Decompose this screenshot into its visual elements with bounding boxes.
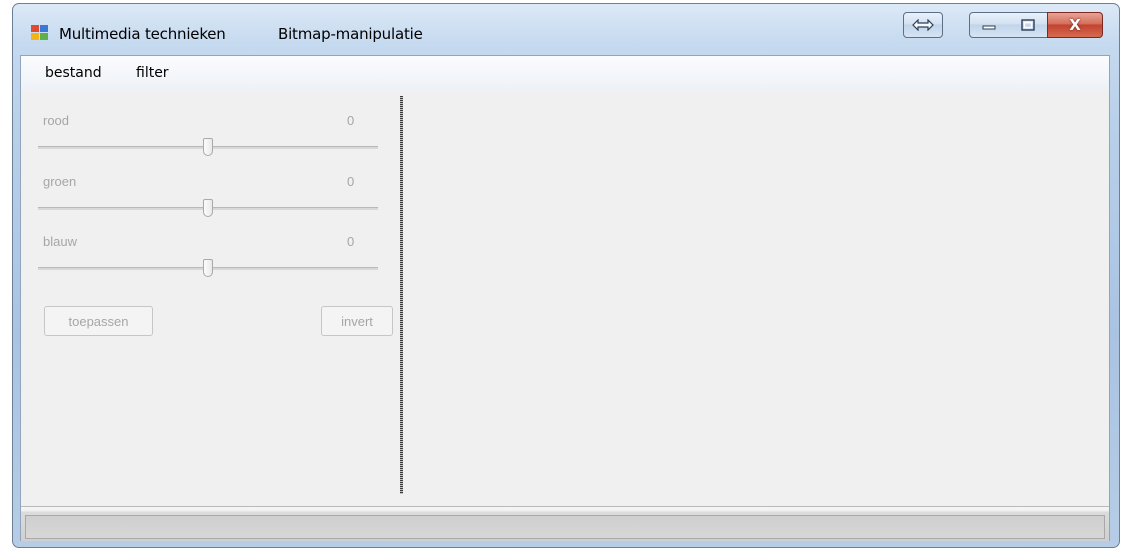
green-slider-thumb[interactable] xyxy=(203,199,213,217)
close-button[interactable]: X xyxy=(1047,12,1103,38)
blue-slider[interactable] xyxy=(38,259,378,277)
green-slider[interactable] xyxy=(38,199,378,217)
blue-value: 0 xyxy=(347,234,355,249)
app-window: Multimedia technieken Bitmap-manipulatie… xyxy=(12,3,1120,548)
minimize-button[interactable] xyxy=(969,12,1009,38)
red-slider-thumb[interactable] xyxy=(203,138,213,156)
green-label: groen xyxy=(43,174,77,189)
swap-arrows-icon xyxy=(912,19,934,31)
blue-slider-thumb[interactable] xyxy=(203,259,213,277)
image-canvas xyxy=(404,92,1109,502)
blue-label: blauw xyxy=(43,234,77,249)
red-value: 0 xyxy=(347,113,355,128)
progress-bar xyxy=(25,515,1105,539)
title-bar[interactable]: Multimedia technieken Bitmap-manipulatie… xyxy=(13,4,1119,54)
maximize-button[interactable] xyxy=(1008,12,1048,38)
green-value: 0 xyxy=(347,174,355,189)
adjustment-panel: rood 0 groen 0 blauw 0 toepassen invert xyxy=(21,92,401,494)
status-bar xyxy=(21,506,1109,541)
client-area: bestand filter rood 0 groen 0 blauw 0 to… xyxy=(20,55,1110,541)
apply-button[interactable]: toepassen xyxy=(44,306,153,336)
menu-bestand[interactable]: bestand xyxy=(45,65,102,81)
window-title-app: Multimedia technieken xyxy=(59,25,226,43)
menu-bar: bestand filter xyxy=(21,56,1109,91)
panel-splitter[interactable] xyxy=(400,96,403,494)
close-icon: X xyxy=(1069,16,1081,34)
red-slider[interactable] xyxy=(38,138,378,156)
maximize-icon xyxy=(1020,19,1035,31)
menu-filter[interactable]: filter xyxy=(136,65,169,81)
minimize-icon xyxy=(982,25,996,30)
swap-button[interactable] xyxy=(903,12,943,38)
app-window-icon xyxy=(31,25,49,41)
invert-button[interactable]: invert xyxy=(321,306,393,336)
red-label: rood xyxy=(43,113,70,128)
window-title-document: Bitmap-manipulatie xyxy=(278,25,423,43)
